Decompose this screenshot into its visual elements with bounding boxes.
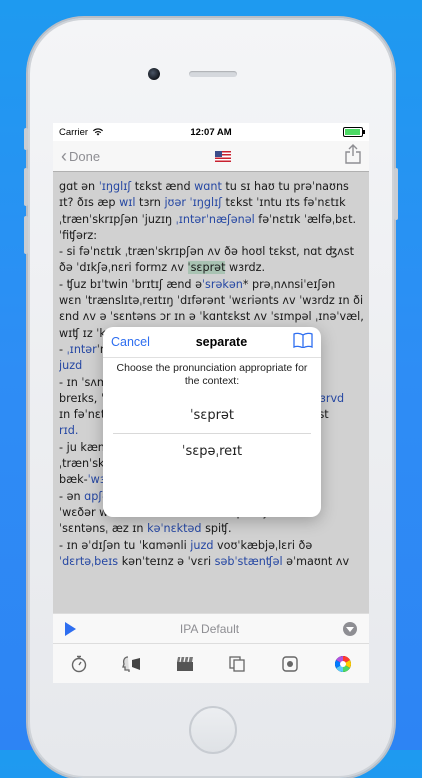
chevron-left-icon: ‹: [61, 146, 67, 166]
us-flag-icon[interactable]: [214, 150, 231, 162]
done-button[interactable]: ‹ Done: [61, 147, 100, 165]
popup-title: separate: [195, 335, 248, 349]
volume-down-button: [24, 216, 28, 254]
bottom-toolbar: [53, 643, 369, 683]
voice-selector[interactable]: IPA Default: [180, 622, 239, 636]
pronunciation-option[interactable]: ˈsɛpəˌreɪt: [103, 434, 321, 469]
speaker-head-icon[interactable]: [121, 653, 143, 675]
player-bar: IPA Default: [53, 613, 369, 644]
play-icon[interactable]: [65, 622, 76, 636]
chevron-down-icon[interactable]: [343, 622, 357, 636]
stopwatch-icon[interactable]: [68, 653, 90, 675]
pronunciation-option[interactable]: ˈsɛprət: [103, 398, 321, 433]
app-screen: Carrier 12:07 AM ‹ Done gɑt ən ˈɪŋglɪʃ t…: [53, 123, 369, 683]
record-icon[interactable]: [279, 653, 301, 675]
cancel-button[interactable]: Cancel: [111, 335, 150, 349]
share-icon[interactable]: [345, 143, 361, 169]
pronunciation-popup: Cancel separate Choose the pronunciation…: [103, 327, 321, 517]
color-wheel-icon[interactable]: [332, 653, 354, 675]
home-button[interactable]: [189, 706, 237, 754]
mute-switch: [24, 128, 28, 150]
front-camera: [148, 68, 160, 80]
battery-icon: [343, 127, 365, 137]
volume-up-button: [24, 168, 28, 206]
popup-message: Choose the pronunciation appropriate for…: [116, 362, 308, 387]
dictionary-book-icon[interactable]: [293, 332, 313, 353]
nav-bar: ‹ Done: [53, 141, 369, 172]
copy-icon[interactable]: [226, 653, 248, 675]
status-bar: Carrier 12:07 AM: [53, 123, 369, 141]
clapperboard-icon[interactable]: [174, 653, 196, 675]
popup-header: Cancel separate: [103, 327, 321, 358]
earpiece-speaker: [189, 71, 237, 77]
status-time: 12:07 AM: [190, 126, 232, 138]
power-button: [394, 168, 398, 220]
